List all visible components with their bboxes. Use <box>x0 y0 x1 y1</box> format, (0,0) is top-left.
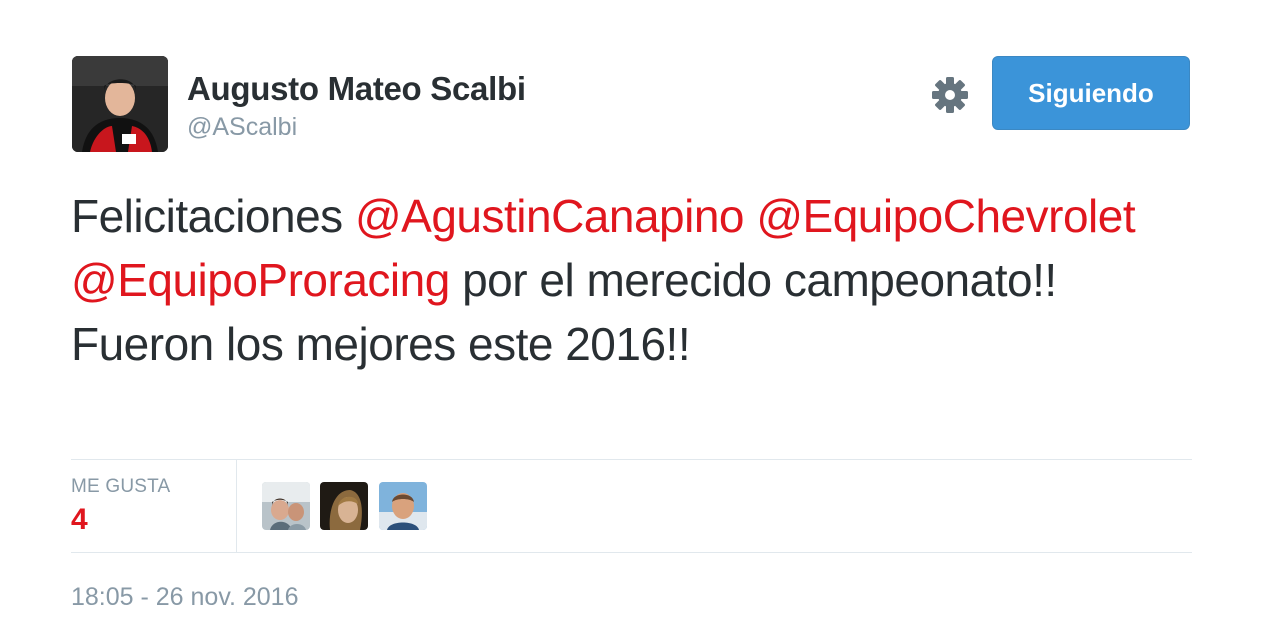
likes-label: ME GUSTA <box>71 476 171 497</box>
liker-avatar[interactable] <box>379 482 427 530</box>
tweet-timestamp[interactable]: 18:05 - 26 nov. 2016 <box>71 583 299 612</box>
username[interactable]: @AScalbi <box>187 113 297 142</box>
gear-icon[interactable] <box>930 75 970 115</box>
mention-equipoproracing[interactable]: @EquipoProracing <box>71 254 450 306</box>
tweet-space <box>744 190 756 242</box>
display-name[interactable]: Augusto Mateo Scalbi <box>187 70 526 108</box>
stats-vertical-divider <box>236 460 237 552</box>
tweet-text: Felicitaciones @AgustinCanapino @EquipoC… <box>71 184 1196 376</box>
liker-avatar[interactable] <box>262 482 310 530</box>
profile-avatar[interactable] <box>72 56 168 152</box>
liker-avatar[interactable] <box>320 482 368 530</box>
stats-bottom-divider <box>71 552 1192 553</box>
tweet-text-start: Felicitaciones <box>71 190 355 242</box>
following-button[interactable]: Siguiendo <box>992 56 1190 130</box>
stats-top-divider <box>71 459 1192 460</box>
mention-equipochevrolet[interactable]: @EquipoChevrolet <box>756 190 1135 242</box>
mention-agustincanapino[interactable]: @AgustinCanapino <box>355 190 745 242</box>
likes-count[interactable]: 4 <box>71 503 88 537</box>
